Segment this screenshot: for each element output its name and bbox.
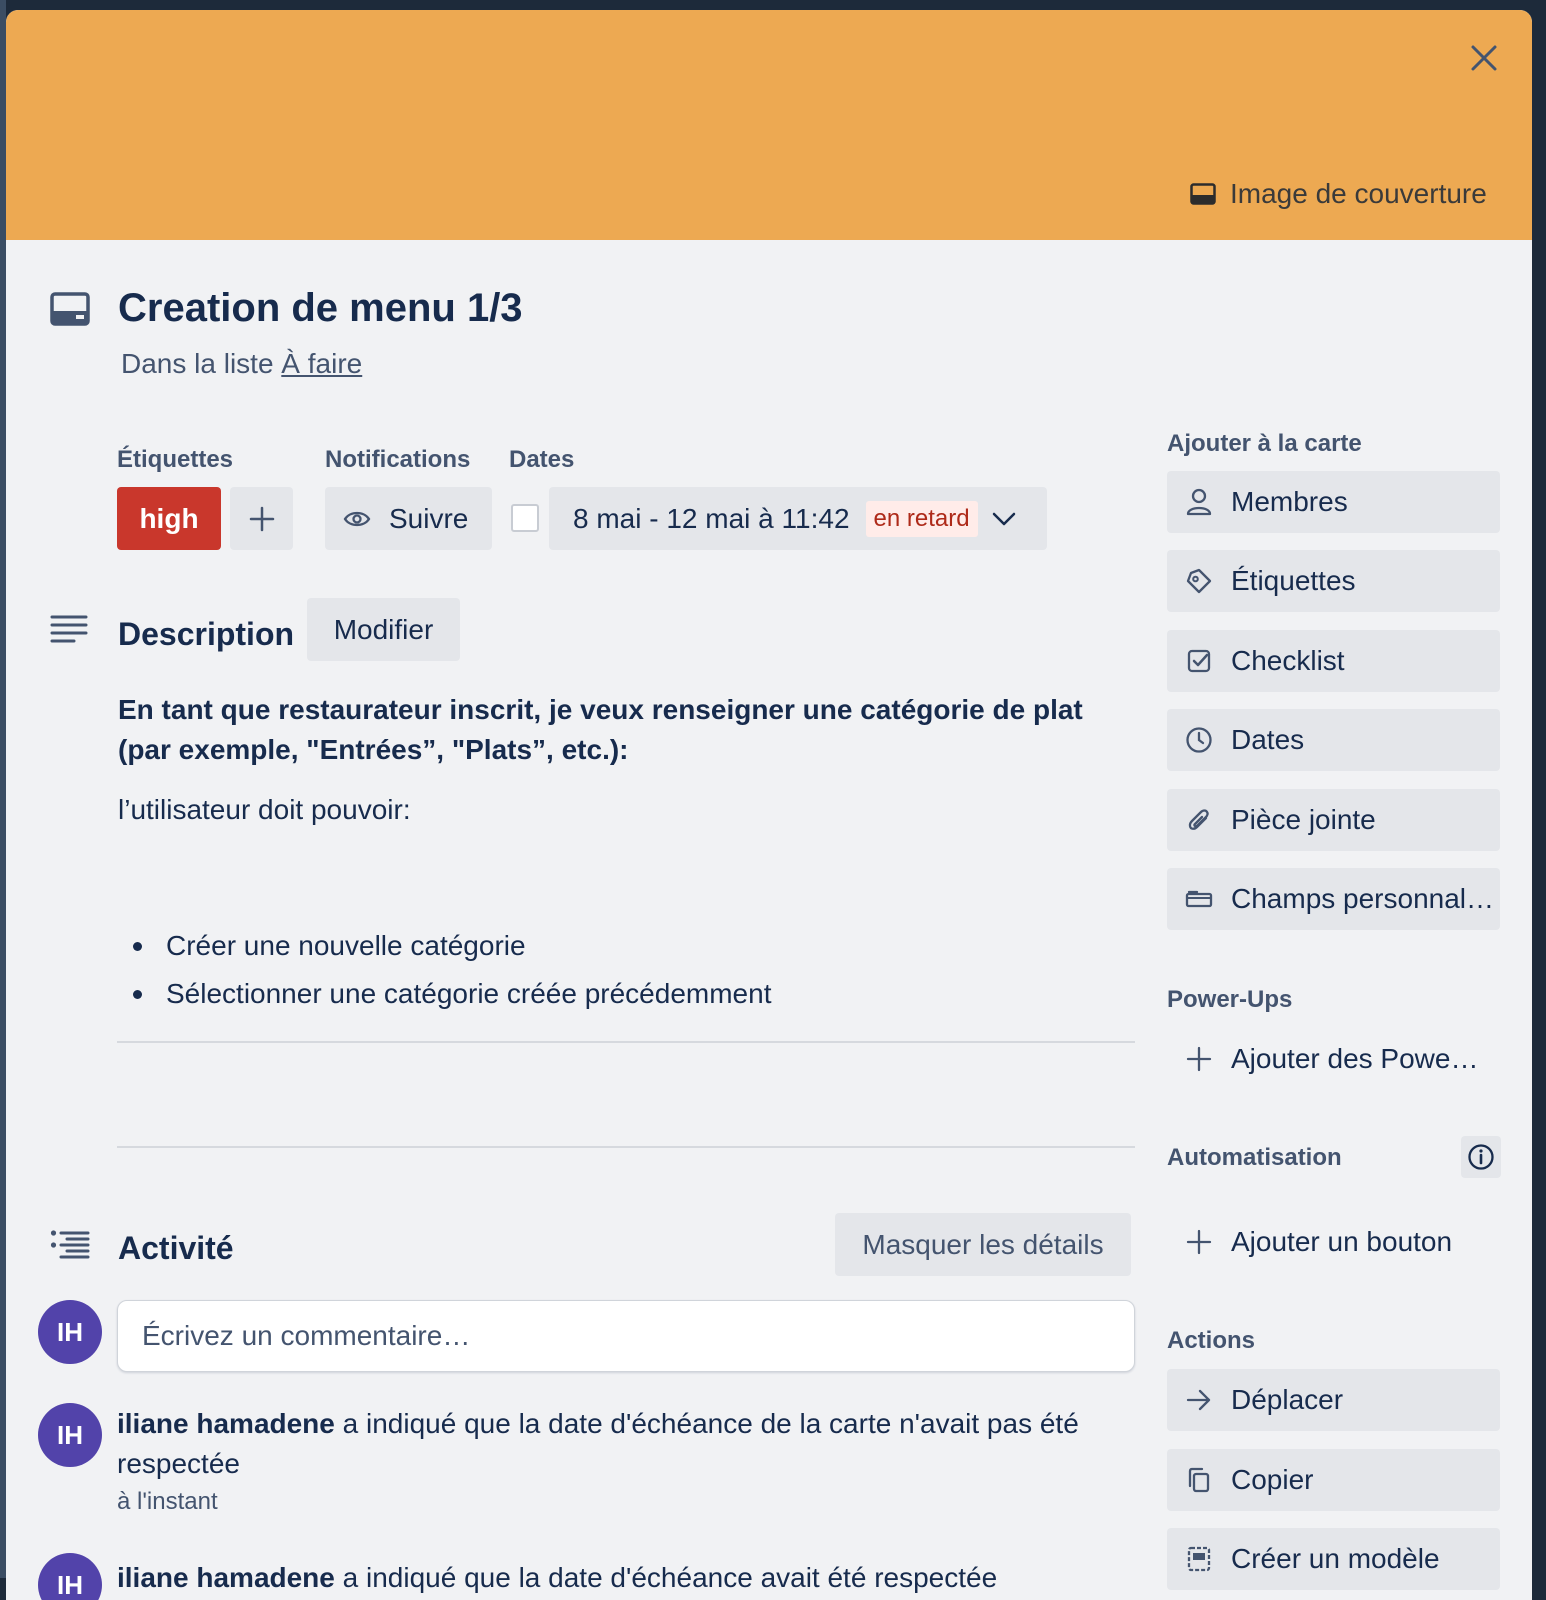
eye-icon [343,510,371,528]
description-list: Créer une nouvelle catégorie Sélectionne… [118,922,1128,1018]
move-label: Déplacer [1231,1384,1344,1415]
divider [117,1146,1135,1148]
person-icon [1167,488,1231,516]
automation-info-button[interactable] [1461,1136,1501,1178]
add-powerups-label: Ajouter des Powe… [1231,1043,1479,1074]
attachment-label: Pièce jointe [1231,804,1376,835]
description-bold-text: En tant que restaurateur inscrit, je veu… [118,694,1083,765]
due-date-checkbox[interactable] [511,504,539,532]
copy-icon [1167,1466,1231,1494]
add-to-card-heading: Ajouter à la carte [1167,430,1362,457]
attachment-button[interactable]: Pièce jointe [1167,789,1500,851]
description-heading: Description [118,616,295,652]
avatar[interactable]: IH [38,1553,102,1600]
clock-icon [1167,726,1231,754]
hide-details-button[interactable]: Masquer les détails [835,1213,1131,1276]
dates-button[interactable]: 8 mai - 12 mai à 11:42 en retard [549,487,1047,550]
list-link[interactable]: À faire [281,348,362,379]
avatar[interactable]: IH [38,1403,102,1467]
members-label: Membres [1231,486,1348,517]
description-body[interactable]: En tant que restaurateur inscrit, je veu… [118,690,1128,1018]
chevron-down-icon [992,512,1016,526]
description-icon [50,614,88,646]
activity-heading: Activité [118,1230,234,1266]
card-title[interactable]: Creation de menu 1/3 [118,286,523,331]
activity-user[interactable]: iliane hamadene [117,1408,335,1439]
overdue-badge: en retard [865,500,978,537]
list-item: Sélectionner une catégorie créée précéde… [133,970,1128,1018]
notifications-heading: Notifications [325,446,471,473]
create-template-button[interactable]: Créer un modèle [1167,1528,1500,1590]
checklist-button[interactable]: Checklist [1167,630,1500,692]
custom-fields-label: Champs personnali… [1231,883,1500,914]
activity-entry: iliane hamadene a indiqué que la date d'… [117,1404,1127,1484]
template-icon [1167,1545,1231,1573]
watch-button[interactable]: Suivre [325,487,492,550]
arrow-right-icon [1167,1388,1231,1412]
checklist-label: Checklist [1231,645,1345,676]
activity-timestamp[interactable]: à l'instant [117,1488,218,1516]
add-powerups-button[interactable]: Ajouter des Powe… [1167,1028,1500,1090]
cover-image-label: Image de couverture [1230,178,1487,209]
card-cover-icon [1190,183,1216,205]
date-range: 8 mai - 12 mai à 11:42 [573,502,850,534]
add-button-automation[interactable]: Ajouter un bouton [1167,1211,1500,1273]
tag-icon [1167,567,1231,595]
card-detail-modal: Image de couverture Creation de menu 1/3… [6,10,1532,1600]
list-location: Dans la liste À faire [121,348,362,380]
create-template-label: Créer un modèle [1231,1543,1440,1574]
dates-sidebar-button[interactable]: Dates [1167,709,1500,771]
activity-entry: iliane hamadene a indiqué que la date d'… [117,1558,1127,1598]
card-icon [50,292,90,326]
actions-heading: Actions [1167,1327,1256,1354]
description-intro: l’utilisateur doit pouvoir: [118,794,411,825]
label-chip[interactable]: high [117,487,221,550]
avatar[interactable]: IH [38,1300,102,1364]
add-button-label: Ajouter un bouton [1231,1226,1453,1257]
copy-label: Copier [1231,1464,1314,1495]
labels-button[interactable]: Étiquettes [1167,550,1500,612]
plus-icon [249,506,275,532]
field-icon [1167,889,1231,909]
add-label-button[interactable] [230,487,293,550]
labels-button-label: Étiquettes [1231,565,1356,596]
paperclip-icon [1167,806,1231,834]
plus-icon [1167,1046,1231,1072]
labels-heading: Étiquettes [117,446,234,473]
list-prefix: Dans la liste [121,348,274,379]
close-button[interactable] [1456,34,1512,82]
custom-fields-button[interactable]: Champs personnali… [1167,868,1500,930]
move-button[interactable]: Déplacer [1167,1369,1500,1431]
watch-label: Suivre [389,502,469,534]
members-button[interactable]: Membres [1167,471,1500,533]
edit-description-button[interactable]: Modifier [307,598,460,661]
close-icon [1470,44,1498,72]
dates-heading: Dates [509,446,575,473]
copy-button[interactable]: Copier [1167,1449,1500,1511]
comment-input[interactable] [117,1300,1135,1372]
checklist-icon [1167,648,1231,674]
info-icon [1467,1143,1495,1171]
cover-image-button[interactable]: Image de couverture [1174,168,1503,220]
plus-icon [1167,1229,1231,1255]
list-item: Créer une nouvelle catégorie [133,922,1128,970]
activity-icon [50,1230,90,1260]
powerups-heading: Power-Ups [1167,986,1293,1013]
divider [117,1041,1135,1043]
automation-heading: Automatisation [1167,1144,1342,1171]
dates-sidebar-label: Dates [1231,724,1305,755]
